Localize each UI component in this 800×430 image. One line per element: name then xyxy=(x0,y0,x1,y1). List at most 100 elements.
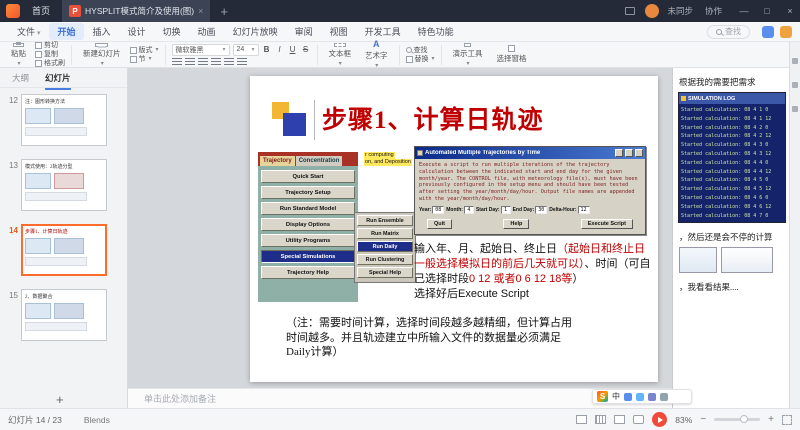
ribbon-tab[interactable]: 插入 xyxy=(85,23,119,40)
ime-language-mode[interactable]: 中 xyxy=(612,391,620,402)
slide-number: 15 xyxy=(2,289,18,341)
log-line: Started calculation: 08 4 2 12 xyxy=(681,132,783,141)
slide-thumbnail[interactable]: 14 步骤1、计算日轨迹 xyxy=(2,224,123,276)
slide-thumbnail-preview[interactable]: 模式使用：2轨迹分型 xyxy=(21,159,107,211)
ribbon-divider xyxy=(165,45,166,65)
layout-button[interactable]: 版式 xyxy=(130,47,159,54)
message-icon[interactable] xyxy=(625,7,635,15)
ribbon-tab[interactable]: 审阅 xyxy=(287,23,321,40)
section-button[interactable]: 节 xyxy=(130,56,159,63)
notification-icon[interactable] xyxy=(780,26,792,38)
slide-thumbnail-preview[interactable]: 2、数据聚合 xyxy=(21,289,107,341)
ribbon-tab[interactable]: 设计 xyxy=(120,23,154,40)
slide-thumbnail[interactable]: 12 注：图形转换方法 xyxy=(2,94,123,146)
ribbon-tab[interactable]: 视图 xyxy=(322,23,356,40)
find-button[interactable]: 查找 xyxy=(406,47,435,54)
collaborate-button[interactable]: 协作 xyxy=(705,5,722,17)
home-tab[interactable]: 首页 xyxy=(23,0,59,22)
sync-status[interactable]: 未同步 xyxy=(667,5,693,17)
italic-button[interactable]: I xyxy=(275,45,285,54)
zoom-out-button[interactable]: − xyxy=(700,414,706,425)
wordart-button[interactable]: A艺术字 xyxy=(360,43,393,67)
hysplit-menu-screenshot[interactable]: Trajectory Concentration r computing on,… xyxy=(258,152,418,302)
slide-thumbnail-preview[interactable]: 步骤1、计算日轨迹 xyxy=(21,224,107,276)
ime-toolbox-icon[interactable] xyxy=(660,393,668,401)
presentation-tools-button[interactable]: 演示工具 xyxy=(448,43,488,67)
search-box[interactable]: 查找 xyxy=(707,25,750,39)
ime-emoji-icon[interactable] xyxy=(636,393,644,401)
ime-toolbar[interactable]: S 中 xyxy=(592,389,692,404)
trajectory-dialog-screenshot[interactable]: Automated Multiple Trajectories by Time … xyxy=(414,146,646,235)
slides-tab[interactable]: 幻灯片 xyxy=(45,72,71,84)
ribbon-tab[interactable]: 开发工具 xyxy=(357,23,409,40)
slide-note-text[interactable]: （注：需要时间计算，选择时间段越多越精细，但计算占用时间越多。并且轨迹建立中所输… xyxy=(286,316,578,360)
tab-close-icon[interactable]: × xyxy=(198,6,203,16)
zoom-slider[interactable] xyxy=(714,418,760,421)
thumbnail-block xyxy=(25,108,51,124)
outline-tab[interactable]: 大纲 xyxy=(12,72,29,84)
sogou-logo-icon[interactable]: S xyxy=(597,391,608,402)
line-spacing-icon[interactable] xyxy=(237,58,247,66)
section-icon xyxy=(130,56,137,63)
bullet-list-icon[interactable] xyxy=(172,58,182,66)
strikethrough-button[interactable]: S xyxy=(301,45,311,54)
wps-logo-icon[interactable] xyxy=(6,4,20,18)
underline-button[interactable]: U xyxy=(288,45,298,54)
slide-canvas[interactable]: 步骤1、计算日轨迹 Trajectory Concentration r com… xyxy=(128,68,672,388)
format-painter-button[interactable]: 格式刷 xyxy=(35,60,65,67)
thumbnail-block xyxy=(25,322,87,331)
document-tab[interactable]: P HYSPLIT模式简介及使用(图) × xyxy=(62,0,210,22)
align-right-icon[interactable] xyxy=(224,58,234,66)
bold-button[interactable]: B xyxy=(262,45,272,54)
font-select[interactable]: 微软雅黑 xyxy=(172,44,230,56)
hysplit-menu-item: Utility Programs xyxy=(261,234,355,247)
close-button[interactable]: × xyxy=(780,0,800,22)
paste-button[interactable]: 粘贴 xyxy=(6,43,31,67)
ribbon-tab[interactable]: 特色功能 xyxy=(410,23,462,40)
play-slideshow-button[interactable] xyxy=(652,412,667,427)
ime-punctuation-icon[interactable] xyxy=(624,393,632,401)
slide-body-text[interactable]: 输入年、月、起始日、终止日（起始日和终止日一般选择模拟日的前后几天就可以）、时间… xyxy=(414,242,652,302)
ribbon-tab[interactable]: 幻灯片放映 xyxy=(225,23,286,40)
slide-sorter-view-icon[interactable] xyxy=(614,415,625,424)
cut-button[interactable]: 剪切 xyxy=(35,42,65,49)
slide-thumbnail[interactable]: 15 2、数据聚合 xyxy=(2,289,123,341)
new-slide-button[interactable]: 新建幻灯片 xyxy=(78,43,126,67)
new-tab-button[interactable]: + xyxy=(213,4,235,19)
font-size-select[interactable]: 24 xyxy=(233,44,259,56)
file-menu[interactable]: 文件 xyxy=(8,25,49,38)
replace-button[interactable]: 替换 xyxy=(406,56,435,63)
align-left-icon[interactable] xyxy=(198,58,208,66)
cloud-icon[interactable] xyxy=(762,26,774,38)
zoom-in-button[interactable]: + xyxy=(768,414,774,425)
textbox-button[interactable]: 文本框 xyxy=(324,43,357,67)
maximize-button[interactable]: □ xyxy=(757,0,777,22)
zoom-slider-knob[interactable] xyxy=(740,415,748,423)
ribbon-tab[interactable]: 切换 xyxy=(155,23,189,40)
properties-icon[interactable] xyxy=(792,58,798,64)
user-avatar[interactable] xyxy=(645,4,659,18)
reading-view-icon[interactable] xyxy=(633,415,644,424)
fit-to-window-icon[interactable] xyxy=(782,415,792,425)
current-slide[interactable]: 步骤1、计算日轨迹 Trajectory Concentration r com… xyxy=(250,76,658,382)
selection-pane-button[interactable]: 选择窗格 xyxy=(492,43,532,67)
zoom-level[interactable]: 83% xyxy=(675,415,692,425)
notes-area[interactable]: 单击此处添加备注 xyxy=(128,388,672,408)
ime-keyboard-icon[interactable] xyxy=(648,393,656,401)
right-slide-images xyxy=(679,247,783,273)
numbered-list-icon[interactable] xyxy=(185,58,195,66)
ribbon-tab[interactable]: 开始 xyxy=(49,23,83,40)
animation-pane-icon[interactable] xyxy=(792,106,798,112)
ribbon-tab[interactable]: 动画 xyxy=(190,23,224,40)
slide-title[interactable]: 步骤1、计算日轨迹 xyxy=(322,100,544,136)
minimize-button[interactable]: — xyxy=(734,0,754,22)
normal-view-icon[interactable] xyxy=(595,415,606,424)
comments-icon[interactable] xyxy=(792,82,798,88)
theme-name[interactable]: Blends xyxy=(84,415,110,425)
slide-thumbnail-preview[interactable]: 注：图形转换方法 xyxy=(21,94,107,146)
slide-thumbnail[interactable]: 13 模式使用：2轨迹分型 xyxy=(2,159,123,211)
notes-toggle-icon[interactable] xyxy=(576,415,587,424)
add-slide-button[interactable]: + xyxy=(56,392,64,407)
copy-button[interactable]: 复制 xyxy=(35,51,65,58)
align-center-icon[interactable] xyxy=(211,58,221,66)
